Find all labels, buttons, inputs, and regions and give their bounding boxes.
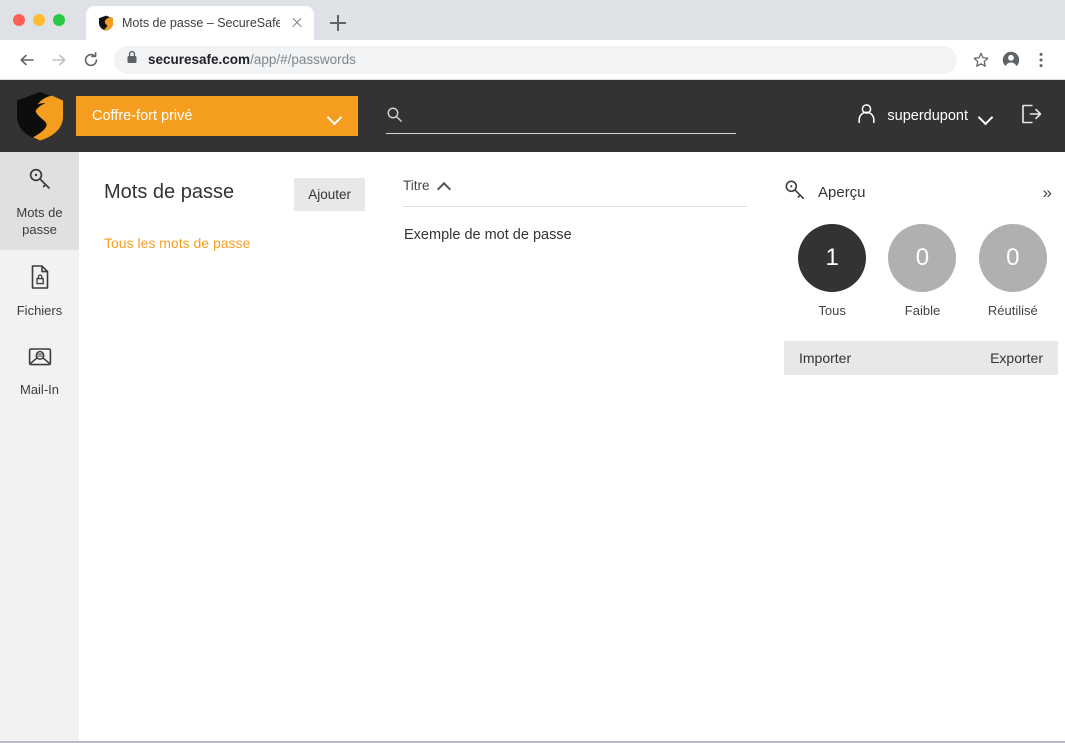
sidebar: Mots de passe Fichiers Mail-In (0, 152, 79, 741)
overview-header: Aperçu » (783, 178, 1058, 207)
stat-label: Faible (904, 303, 941, 318)
stat-weak[interactable]: 0 Faible (877, 224, 967, 318)
minimize-window-button[interactable] (33, 14, 45, 26)
lock-icon (126, 50, 138, 69)
vault-selector-label: Coffre-fort privé (92, 108, 193, 124)
search-icon (386, 106, 403, 128)
securesafe-app: Coffre-fort privé superdupont Mots de pa… (0, 80, 1065, 743)
address-bar[interactable]: securesafe.com/app/#/passwords (114, 45, 957, 74)
all-passwords-link[interactable]: Tous les mots de passe (104, 235, 365, 251)
sidebar-item-label: Mail-In (19, 382, 59, 397)
app-header: Coffre-fort privé superdupont (0, 80, 1065, 152)
list-column-header-label: Titre (403, 178, 430, 193)
browser-tab-strip: Mots de passe – SecureSafe (0, 0, 1065, 40)
maximize-window-button[interactable] (53, 14, 65, 26)
add-button[interactable]: Ajouter (294, 178, 365, 211)
sidebar-item-label: Fichiers (16, 303, 63, 318)
address-bar-url: securesafe.com/app/#/passwords (148, 52, 356, 67)
back-button[interactable] (12, 45, 42, 75)
overview-title: Aperçu (818, 184, 866, 201)
app-body: Mots de passe Fichiers Mail-In Mots de p… (0, 152, 1065, 741)
star-icon[interactable] (967, 46, 995, 74)
securesafe-logo (14, 90, 66, 142)
sidebar-item-passwords[interactable]: Mots de passe (0, 152, 79, 250)
user-icon (857, 103, 876, 129)
browser-toolbar: securesafe.com/app/#/passwords (0, 40, 1065, 80)
chevron-down-icon (328, 112, 342, 120)
logout-button[interactable] (1019, 102, 1043, 131)
window-traffic-lights (13, 14, 65, 26)
securesafe-shield-icon (98, 15, 114, 31)
profile-icon[interactable] (997, 46, 1025, 74)
vault-selector[interactable]: Coffre-fort privé (76, 96, 358, 136)
collapse-panel-button[interactable]: » (1043, 183, 1058, 203)
tab-title: Mots de passe – SecureSafe (122, 16, 280, 30)
stat-label: Tous (818, 303, 846, 318)
three-dot-menu-icon[interactable] (1027, 46, 1055, 74)
browser-tab[interactable]: Mots de passe – SecureSafe (86, 6, 314, 40)
search-input[interactable] (413, 112, 736, 128)
overview-panel: Aperçu » 1 Tous 0 Faible 0 Réutilisé Imp… (765, 152, 1065, 741)
envelope-icon (27, 345, 53, 374)
sidebar-item-mailin[interactable]: Mail-In (0, 331, 79, 410)
forward-button[interactable] (44, 45, 74, 75)
url-domain: securesafe.com (148, 52, 251, 67)
passwords-nav-panel: Mots de passe Ajouter Tous les mots de p… (79, 152, 389, 741)
import-button[interactable]: Importer (799, 350, 851, 366)
export-button[interactable]: Exporter (990, 350, 1043, 366)
sidebar-item-files[interactable]: Fichiers (0, 250, 79, 331)
stat-label: Réutilisé (987, 303, 1038, 318)
stat-value: 0 (888, 224, 957, 292)
user-menu[interactable]: superdupont (857, 103, 993, 129)
password-list-panel: Titre Exemple de mot de passe (389, 152, 765, 741)
key-icon (27, 166, 53, 197)
browser-window: Mots de passe – SecureSafe securesafe.co… (0, 0, 1065, 743)
new-tab-button[interactable] (324, 9, 352, 37)
stat-value: 0 (978, 224, 1047, 292)
reload-button[interactable] (76, 45, 106, 75)
chevron-up-icon (438, 181, 451, 190)
import-export-bar: Importer Exporter (784, 341, 1058, 375)
search-field[interactable] (386, 98, 736, 134)
stat-reused[interactable]: 0 Réutilisé (968, 224, 1058, 318)
sidebar-item-label: Mots de passe (16, 205, 63, 237)
file-lock-icon (28, 264, 52, 295)
passwords-nav-header: Mots de passe Ajouter (104, 178, 365, 211)
page-title: Mots de passe (104, 181, 235, 203)
list-item[interactable]: Exemple de mot de passe (403, 207, 747, 243)
overview-stats: 1 Tous 0 Faible 0 Réutilisé (783, 224, 1058, 318)
key-icon (783, 178, 807, 207)
list-column-header[interactable]: Titre (403, 178, 747, 207)
stat-all[interactable]: 1 Tous (787, 224, 877, 318)
stat-value: 1 (798, 224, 867, 292)
chevron-down-icon (979, 112, 993, 120)
close-icon[interactable] (288, 14, 306, 32)
close-window-button[interactable] (13, 14, 25, 26)
user-name-label: superdupont (887, 108, 968, 124)
url-path: /app/#/passwords (250, 52, 356, 67)
